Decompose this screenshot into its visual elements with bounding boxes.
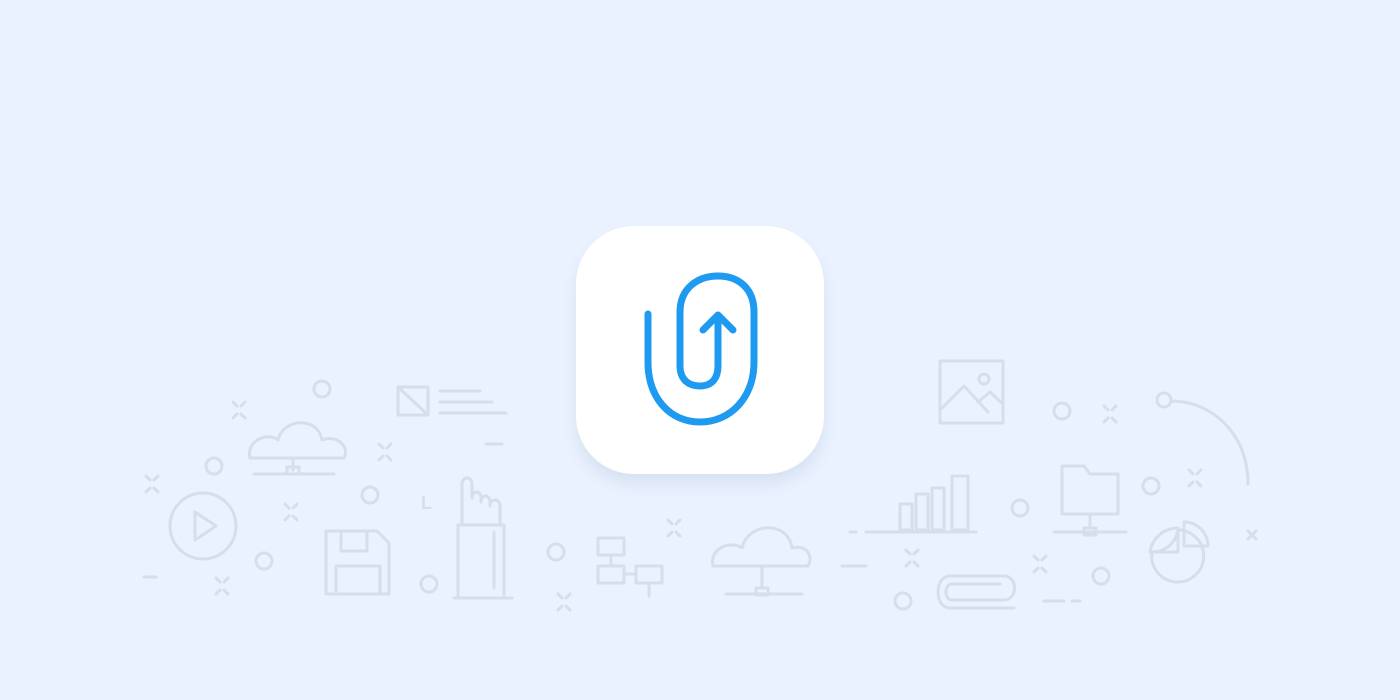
glyph-letter: L [421,493,432,513]
app-icon [576,226,824,474]
canvas: L [0,0,1400,700]
paperclip-upload-icon [644,272,758,426]
